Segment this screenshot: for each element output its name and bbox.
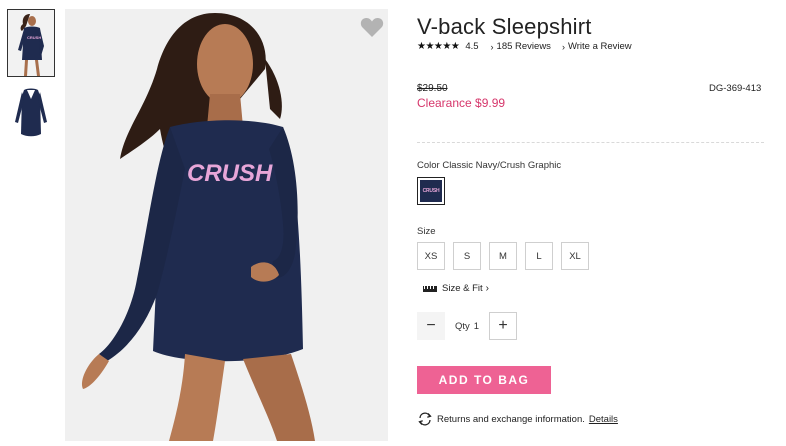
quantity-stepper: − Qty 1 + — [417, 312, 517, 340]
divider — [417, 142, 764, 143]
exchange-arrows-icon — [418, 412, 432, 426]
main-product-image[interactable]: CRUSH — [65, 9, 388, 441]
quantity-increase-button[interactable]: + — [489, 312, 517, 340]
quantity-decrease-button[interactable]: − — [417, 312, 445, 340]
quantity-value: 1 — [473, 320, 480, 332]
product-title: V-back Sleepshirt — [417, 14, 592, 39]
thumbnail-back[interactable] — [7, 82, 55, 150]
thumbnail-model-image: CRUSH — [8, 10, 54, 76]
chevron-right-icon: › — [561, 41, 565, 52]
reviews-label: 185 Reviews — [496, 41, 551, 52]
product-sku: DG-369-413 — [709, 83, 762, 94]
returns-text: Returns and exchange information. — [437, 413, 585, 425]
rating-value: 4.5 — [465, 41, 479, 52]
size-label: Size — [417, 226, 436, 237]
heart-icon[interactable] — [360, 16, 384, 38]
add-to-bag-button[interactable]: ADD TO BAG — [417, 366, 551, 394]
quantity-display: Qty 1 — [445, 321, 489, 332]
size-option-s[interactable]: S — [453, 242, 481, 270]
svg-text:CRUSH: CRUSH — [27, 35, 41, 40]
size-option-l[interactable]: L — [525, 242, 553, 270]
rating-row: ★★★★★ 4.5 › 185 Reviews › Write a Review — [417, 41, 632, 52]
chevron-right-icon: › — [490, 41, 494, 52]
swatch-fill: CRUSH — [420, 180, 442, 202]
write-review-link[interactable]: › Write a Review — [562, 41, 632, 52]
model-photo: CRUSH — [65, 9, 388, 441]
chevron-right-icon: › — [485, 283, 489, 294]
clearance-price: Clearance $9.99 — [417, 96, 506, 110]
thumbnail-back-image — [7, 82, 55, 150]
color-swatch-classic-navy[interactable]: CRUSH — [417, 177, 445, 205]
reviews-link[interactable]: › 185 Reviews — [491, 41, 551, 52]
thumbnail-model[interactable]: CRUSH — [7, 9, 55, 77]
size-option-m[interactable]: M — [489, 242, 517, 270]
size-fit-link[interactable]: Size & Fit › — [423, 283, 489, 294]
original-price: $29.50 — [417, 83, 448, 94]
size-option-xl[interactable]: XL — [561, 242, 589, 270]
rating-stars-icon: ★★★★★ — [417, 41, 460, 52]
size-option-xs[interactable]: XS — [417, 242, 445, 270]
ruler-icon — [423, 285, 437, 292]
color-label: Color Classic Navy/Crush Graphic — [417, 160, 562, 171]
quantity-label: Qty — [454, 320, 470, 332]
returns-info: Returns and exchange information. Detail… — [417, 412, 618, 426]
size-options: XS S M L XL — [417, 242, 597, 270]
write-review-label: Write a Review — [567, 41, 632, 52]
returns-details-link[interactable]: Details — [589, 414, 618, 425]
swatch-graphic-text: CRUSH — [422, 188, 440, 194]
size-fit-label: Size & Fit — [442, 283, 483, 294]
shirt-graphic-text: CRUSH — [187, 160, 273, 187]
